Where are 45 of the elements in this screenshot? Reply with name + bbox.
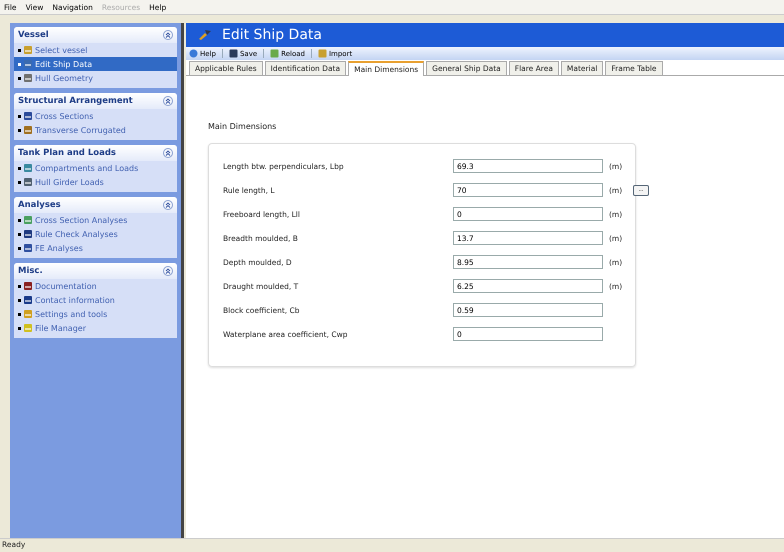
- item-icon: [23, 215, 33, 225]
- item-icon: [23, 323, 33, 333]
- square-icon: [318, 49, 327, 58]
- help-icon: [189, 49, 198, 58]
- item-icon: [23, 309, 33, 319]
- item-icon: [23, 111, 33, 121]
- group-title: Tank Plan and Loads: [18, 148, 116, 158]
- nav-item[interactable]: Select vessel: [14, 43, 177, 57]
- tool-icon: [198, 29, 212, 41]
- collapse-button[interactable]: [163, 30, 173, 40]
- nav-item[interactable]: File Manager: [14, 321, 177, 335]
- nav-item[interactable]: Documentation: [14, 279, 177, 293]
- square-icon: [228, 49, 238, 58]
- nav-item[interactable]: Settings and tools: [14, 307, 177, 321]
- collapse-button[interactable]: [163, 200, 173, 210]
- nav-item[interactable]: Compartments and Loads: [14, 161, 177, 175]
- item-icon: [23, 177, 33, 187]
- item-icon: [23, 243, 33, 253]
- section-title: Main Dimensions: [208, 122, 278, 131]
- nav-item[interactable]: FE Analyses: [14, 241, 177, 255]
- item-icon: [23, 295, 33, 305]
- item-icon: [23, 59, 33, 69]
- square-icon: [270, 49, 280, 58]
- collapse-button[interactable]: [163, 148, 173, 158]
- item-icon: [23, 163, 33, 173]
- group-title: Misc.: [18, 266, 43, 276]
- item-icon: [23, 281, 33, 291]
- nav-item[interactable]: Rule Check Analyses: [14, 227, 177, 241]
- group-title: Analyses: [18, 200, 61, 210]
- nav-item[interactable]: Edit Ship Data: [14, 57, 177, 71]
- group-title: Structural Arrangement: [18, 96, 133, 106]
- nav-item[interactable]: Hull Girder Loads: [14, 175, 177, 189]
- window-title: Edit Ship Data: [222, 27, 322, 43]
- nav-item[interactable]: Cross Sections: [14, 109, 177, 123]
- nav-item[interactable]: Cross Section Analyses: [14, 213, 177, 227]
- group-title: Vessel: [18, 30, 49, 40]
- collapse-button[interactable]: [163, 266, 173, 276]
- item-icon: [23, 73, 33, 83]
- nav-item[interactable]: Hull Geometry: [14, 71, 177, 85]
- item-icon: [23, 125, 33, 135]
- item-icon: [23, 45, 33, 55]
- collapse-button[interactable]: [163, 96, 173, 106]
- nav-item[interactable]: Transverse Corrugated: [14, 123, 177, 137]
- item-icon: [23, 229, 33, 239]
- nav-item[interactable]: Contact information: [14, 293, 177, 307]
